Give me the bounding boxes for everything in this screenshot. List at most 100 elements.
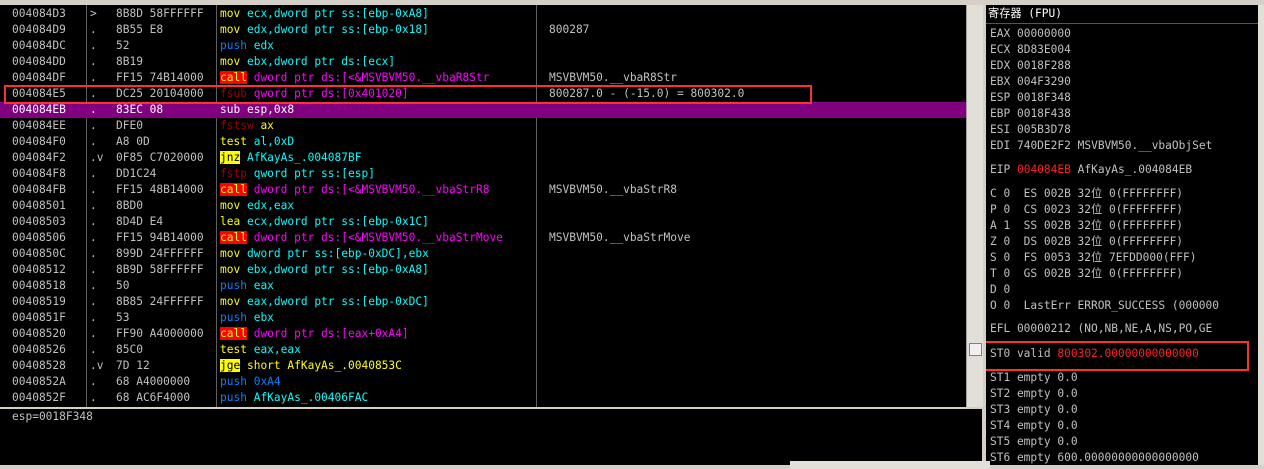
disassembly-scrollbar[interactable]	[966, 5, 983, 407]
instruction-row[interactable]: 00408520. FF90 A4000000 call dword ptr ds:…	[0, 326, 966, 342]
jump-marker: .	[90, 231, 97, 244]
register-value[interactable]: 004F3290	[1017, 75, 1071, 88]
instruction-row[interactable]: 00408512. 8B9D 58FFFFFF mov ebx,dword ptr …	[0, 262, 966, 278]
flag-row[interactable]: A 1 SS 002B 32位 0(FFFFFFFF)	[990, 218, 1258, 234]
instruction-row[interactable]: 00408519. 8B85 24FFFFFF mov eax,dword ptr …	[0, 294, 966, 310]
instruction-address: 00408501	[12, 199, 66, 212]
instruction-operands: al,0xD	[253, 135, 295, 148]
registers-scrollbar[interactable]	[1258, 5, 1264, 465]
instruction-comment: MSVBVM50.__vbaR8Str	[549, 71, 677, 84]
register-value[interactable]: 740DE2F2	[1017, 139, 1071, 152]
instruction-row[interactable]: 0040851F. 53 push ebx	[0, 310, 966, 326]
instruction-mnemonic: mov	[220, 23, 241, 36]
instruction-hex: 0F85 C7020000	[116, 151, 204, 164]
instruction-hex: 52	[116, 39, 130, 52]
instruction-row[interactable]: 004084F0. A8 0D test al,0xD	[0, 134, 966, 150]
fpu-register-label: ST0 valid	[990, 347, 1051, 360]
instruction-row[interactable]: 004084E5. DC25 20104000 fsub qword ptr ds:…	[0, 86, 966, 102]
instruction-row[interactable]: 004084DC. 52 push edx	[0, 38, 966, 54]
info-text: esp=0018F348	[12, 410, 93, 423]
instruction-address: 00408519	[12, 295, 66, 308]
register-value[interactable]: 00000000	[1017, 27, 1071, 40]
flag-row[interactable]: S 0 FS 0053 32位 7EFDD000(FFF)	[990, 250, 1258, 266]
instruction-row[interactable]: 00408503. 8D4D E4 lea ecx,dword ptr ss:[eb…	[0, 214, 966, 230]
instruction-row[interactable]: 004084F2 .v 0F85 C7020000 jnz AfKayAs_.0040…	[0, 150, 966, 166]
register-value[interactable]: 8D83E004	[1017, 43, 1071, 56]
fpu-register-value[interactable]: 800302.00000000000000	[1057, 347, 1198, 360]
instruction-row[interactable]: 004084DD. 8B19 mov ebx,dword ptr ds:[ecx]	[0, 54, 966, 70]
instruction-row[interactable]: 004084D9. 8B55 E8 mov edx,dword ptr ss:[eb…	[0, 22, 966, 38]
register-eax[interactable]: EAX 00000000	[990, 26, 1258, 42]
jump-marker: .	[90, 343, 97, 356]
instruction-address: 004084DC	[12, 39, 66, 52]
instruction-comment: 800287.0 - (-15.0) = 800302.0	[549, 87, 745, 100]
instruction-hex: 83EC 08	[116, 103, 164, 116]
register-value[interactable]: 005B3D78	[1017, 123, 1071, 136]
instruction-address: 0040852A	[12, 375, 66, 388]
fpu-register[interactable]: ST6 empty 600.00000000000000000	[990, 450, 1258, 465]
register-ebx[interactable]: EBX 004F3290	[990, 74, 1258, 90]
selected-instruction-row[interactable]: 004084EB. 83EC 08 sub esp,0x8	[0, 102, 966, 118]
jump-marker: .	[90, 295, 97, 308]
register-value[interactable]: 0018F348	[1017, 91, 1071, 104]
register-edi[interactable]: EDI 740DE2F2 MSVBVM50.__vbaObjSet	[990, 138, 1258, 154]
flag-row[interactable]: Z 0 DS 002B 32位 0(FFFFFFFF)	[990, 234, 1258, 250]
flag-row[interactable]: T 0 GS 002B 32位 0(FFFFFFFF)	[990, 266, 1258, 282]
info-pane[interactable]: esp=0018F348	[0, 409, 982, 465]
jump-marker: .	[90, 183, 97, 196]
instruction-asm: fstp qword ptr ss:[esp]	[220, 166, 536, 182]
instruction-operands: ebx,dword ptr ds:[ecx]	[246, 55, 396, 68]
fpu-st0[interactable]: ST0 valid 800302.00000000000000	[990, 346, 1258, 362]
jump-marker: .	[90, 327, 97, 340]
instruction-row[interactable]: 004084FB. FF15 48B14000 call dword ptr ds:…	[0, 182, 966, 198]
instruction-row[interactable]: 00408518. 50 push eax	[0, 278, 966, 294]
instruction-row[interactable]: 0040852A. 68 A4000000 push 0xA4	[0, 374, 966, 390]
jump-marker: .	[90, 135, 97, 148]
jump-marker: >	[90, 7, 97, 20]
instruction-asm: mov ecx,dword ptr ss:[ebp-0xA8]	[220, 6, 536, 22]
register-esp[interactable]: ESP 0018F348	[990, 90, 1258, 106]
flag-row[interactable]: O 0 LastErr ERROR_SUCCESS (000000	[990, 298, 1258, 314]
instruction-row[interactable]: 004084EE. DFE0 fstsw ax	[0, 118, 966, 134]
disassembly-pane[interactable]: 004084D3 >8B8D 58FFFFFF mov ecx,dword ptr …	[0, 5, 966, 407]
instruction-row[interactable]: 00408526. 85C0 test eax,eax	[0, 342, 966, 358]
register-ecx[interactable]: ECX 8D83E004	[990, 42, 1258, 58]
instruction-hex: 7D 12	[116, 359, 150, 372]
register-esi[interactable]: ESI 005B3D78	[990, 122, 1258, 138]
instruction-operands: 0xA4	[253, 375, 281, 388]
register-comment: MSVBVM50.__vbaObjSet	[1077, 139, 1213, 152]
register-efl[interactable]: EFL 00000212 (NO,NB,NE,A,NS,PO,GE	[990, 321, 1258, 337]
fpu-register[interactable]: ST1 empty 0.0	[990, 370, 1258, 386]
instruction-row[interactable]: 00408501. 8BD0 mov edx,eax	[0, 198, 966, 214]
instruction-row[interactable]: 004084F8. DD1C24 fstp qword ptr ss:[esp]	[0, 166, 966, 182]
instruction-row[interactable]: 00408506. FF15 94B14000 call dword ptr ds:…	[0, 230, 966, 246]
register-value[interactable]: 0018F438	[1017, 107, 1071, 120]
instruction-address: 004084D9	[12, 23, 66, 36]
instruction-row[interactable]: 00408528 .v 7D 12 jge short AfKayAs_.004085…	[0, 358, 966, 374]
instruction-row[interactable]: 0040852F. 68 AC6F4000 push AfKayAs_.00406F…	[0, 390, 966, 406]
instruction-row[interactable]: 0040850C. 899D 24FFFFFF mov dword ptr ss:[…	[0, 246, 966, 262]
register-name: EAX	[990, 27, 1011, 40]
register-edx[interactable]: EDX 0018F288	[990, 58, 1258, 74]
scroll-thumb[interactable]	[969, 343, 982, 356]
flag-row[interactable]: D 0	[990, 282, 1258, 298]
instruction-asm: push eax	[220, 278, 536, 294]
register-ebp[interactable]: EBP 0018F438	[990, 106, 1258, 122]
fpu-register[interactable]: ST4 empty 0.0	[990, 418, 1258, 434]
instruction-hex: DD1C24	[116, 167, 157, 180]
horizontal-scrollbar[interactable]	[790, 461, 990, 469]
instruction-row[interactable]: 004084DF. FF15 74B14000 call dword ptr ds:…	[0, 70, 966, 86]
flag-row[interactable]: C 0 ES 002B 32位 0(FFFFFFFF)	[990, 186, 1258, 202]
top-ruler	[0, 0, 1264, 4]
flag-row[interactable]: P 0 CS 0023 32位 0(FFFFFFFF)	[990, 202, 1258, 218]
registers-pane[interactable]: 寄存器 (FPU) EAX 00000000 ECX 8D83E004 EDX …	[986, 5, 1258, 465]
instruction-row[interactable]: 004084D3 >8B8D 58FFFFFF mov ecx,dword ptr …	[0, 6, 966, 22]
fpu-register[interactable]: ST5 empty 0.0	[990, 434, 1258, 450]
register-value[interactable]: 0018F288	[1017, 59, 1071, 72]
register-value[interactable]: 004084EB	[1017, 163, 1071, 176]
fpu-register[interactable]: ST2 empty 0.0	[990, 386, 1258, 402]
jump-marker: .	[90, 263, 97, 276]
instruction-operands: esp,0x8	[246, 103, 295, 116]
fpu-register[interactable]: ST3 empty 0.0	[990, 402, 1258, 418]
register-eip[interactable]: EIP 004084EB AfKayAs_.004084EB	[990, 162, 1258, 178]
